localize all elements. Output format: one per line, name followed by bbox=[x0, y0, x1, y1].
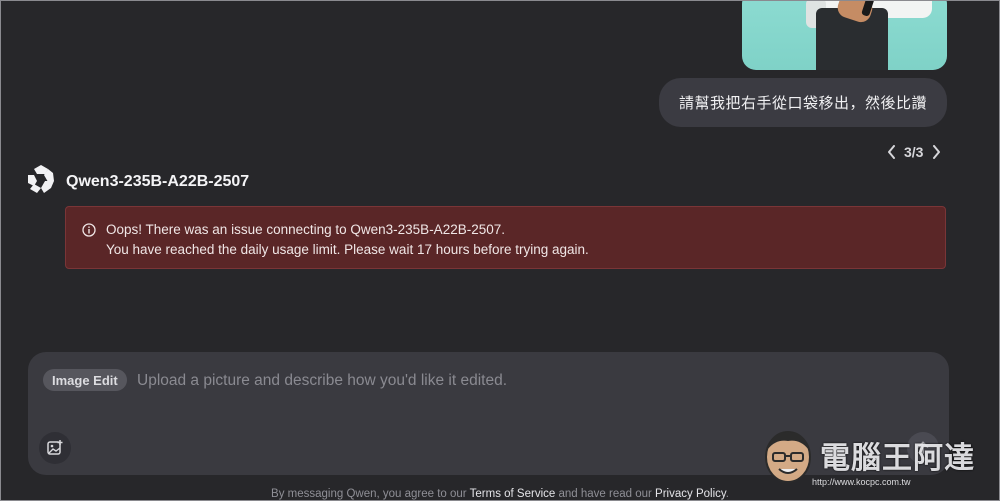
error-alert: Oops! There was an issue connecting to Q… bbox=[65, 206, 946, 269]
footer-suffix: . bbox=[725, 488, 729, 500]
terms-of-service-link[interactable]: Terms of Service bbox=[470, 488, 556, 500]
footer-prefix: By messaging Qwen, you agree to our bbox=[271, 488, 467, 500]
image-edit-mode-chip[interactable]: Image Edit bbox=[43, 369, 127, 391]
message-composer: Image Edit bbox=[28, 352, 949, 475]
legal-footer: By messaging Qwen, you agree to our Term… bbox=[0, 488, 1000, 500]
send-button[interactable] bbox=[907, 432, 939, 464]
assistant-model-name: Qwen3-235B-A22B-2507 bbox=[66, 172, 250, 190]
info-icon bbox=[82, 223, 96, 242]
error-title: Oops! There was an issue connecting to Q… bbox=[106, 222, 505, 237]
assistant-header: Qwen3-235B-A22B-2507 bbox=[26, 164, 249, 199]
user-uploaded-image[interactable] bbox=[742, 0, 947, 70]
attach-image-button[interactable] bbox=[39, 432, 71, 464]
previous-response-button[interactable] bbox=[884, 143, 898, 161]
arrow-up-icon bbox=[917, 441, 929, 454]
pager-count: 3/3 bbox=[904, 144, 924, 160]
prompt-input[interactable] bbox=[135, 368, 899, 394]
chevron-right-icon bbox=[932, 145, 940, 159]
chevron-left-icon bbox=[887, 145, 895, 159]
privacy-policy-link[interactable]: Privacy Policy bbox=[655, 488, 726, 500]
qwen-logo-icon bbox=[26, 164, 56, 199]
response-pager: 3/3 bbox=[884, 143, 943, 161]
footer-middle: and have read our bbox=[558, 488, 652, 500]
watermark-url: http://www.kocpc.com.tw bbox=[812, 477, 911, 487]
image-upload-icon bbox=[47, 440, 63, 455]
user-message-bubble: 請幫我把右手從口袋移出，然後比讚 bbox=[658, 78, 947, 127]
next-response-button[interactable] bbox=[929, 143, 943, 161]
user-message-text: 請幫我把右手從口袋移出，然後比讚 bbox=[678, 95, 927, 112]
error-detail: You have reached the daily usage limit. … bbox=[106, 242, 589, 257]
